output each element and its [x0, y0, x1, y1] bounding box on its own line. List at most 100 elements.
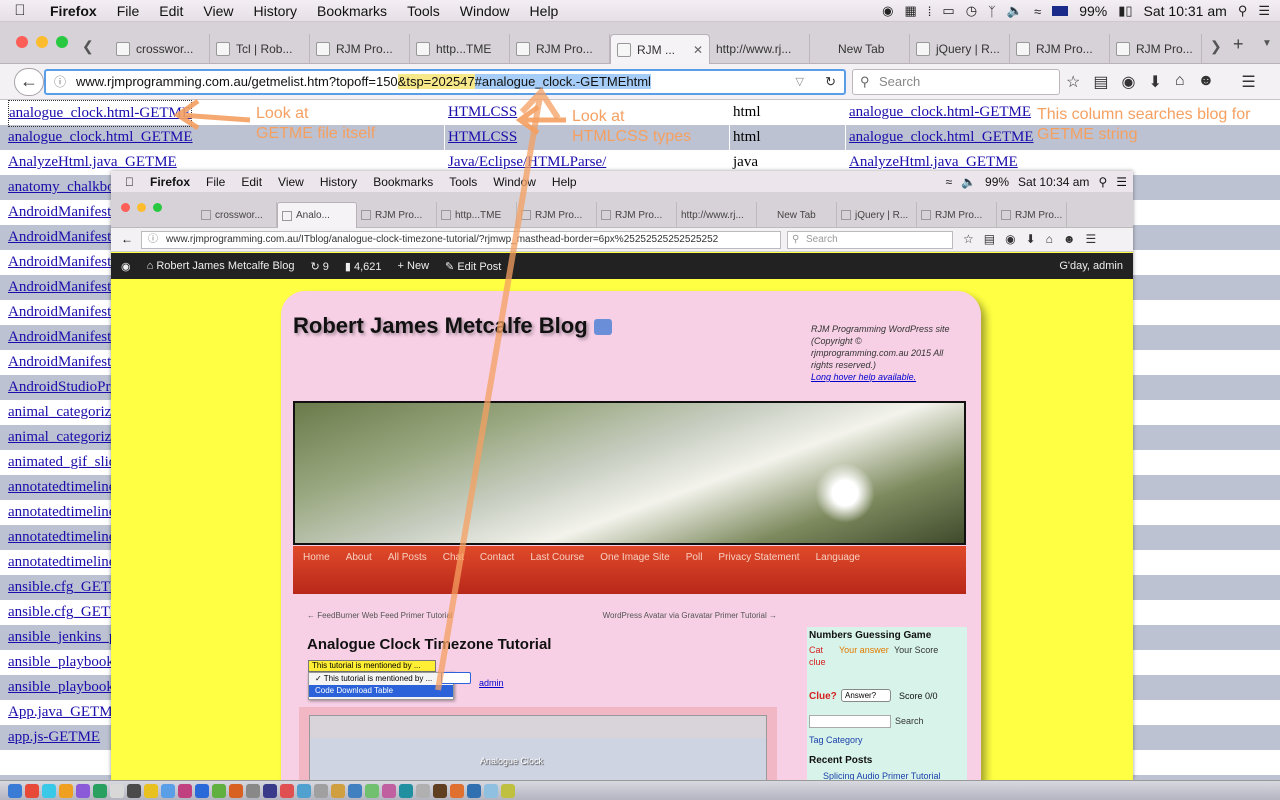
link-getme-file[interactable]: AndroidManifest.x — [8, 325, 123, 350]
dock-app-icon[interactable] — [314, 783, 328, 798]
tab-http-getme[interactable]: http...TME — [410, 34, 510, 64]
link-getme-file[interactable]: AndroidManifest.x — [8, 300, 123, 325]
link-getme-file[interactable]: annotatedtimeline — [8, 525, 115, 550]
tab-new-tab[interactable]: New Tab — [810, 34, 910, 64]
link-getme-file[interactable]: ansible_playbook. — [8, 650, 118, 675]
dock-app-icon[interactable] — [212, 783, 226, 798]
link-getme-file[interactable]: AndroidManifest.x — [8, 225, 123, 250]
tabs-scroll-right-icon[interactable]: ❯ — [1210, 38, 1222, 55]
link-getme-file[interactable]: AndroidManifest.x — [8, 250, 123, 275]
dock-app-icon[interactable] — [416, 783, 430, 798]
clock[interactable]: Sat 10:31 am — [1144, 3, 1227, 19]
tab-crossword[interactable]: crosswor... — [110, 34, 210, 64]
time-machine-icon[interactable]: ◷ — [966, 3, 977, 19]
link-blog-search[interactable]: analogue_clock.html_GETME — [849, 125, 1034, 150]
link-getme-file[interactable]: ansible.cfg_GETM — [8, 575, 123, 600]
new-tab-icon[interactable]: + — [1233, 34, 1244, 55]
dock-app-icon[interactable] — [25, 783, 39, 798]
zoom-window-icon[interactable] — [56, 36, 68, 48]
dock-app-icon[interactable] — [280, 783, 294, 798]
link-getme-file[interactable]: ansible.cfg_GETM — [8, 600, 123, 625]
dock-app-icon[interactable] — [263, 783, 277, 798]
link-getme-file[interactable]: ansible_playbook. — [8, 675, 118, 700]
dock-app-icon[interactable] — [433, 783, 447, 798]
battery-icon[interactable]: ▮▯ — [1118, 3, 1132, 19]
dock-app-icon[interactable] — [161, 783, 175, 798]
link-getme-file[interactable]: analogue_clock.html_GETME — [8, 125, 193, 150]
link-getme-file[interactable]: animal_categoriz — [8, 400, 111, 425]
tab-list-icon[interactable]: ▼ — [1262, 38, 1272, 49]
download-icon[interactable]: ⬇ — [1148, 72, 1161, 92]
link-getme-file[interactable]: analogue_clock.html-GETME — [8, 100, 193, 127]
tab-rjm-3[interactable]: RJM Pro... — [1010, 34, 1110, 64]
reload-icon[interactable]: ↻ — [825, 71, 836, 93]
home-icon[interactable]: ⌂ — [1175, 72, 1185, 92]
tab-rjm-4[interactable]: RJM Pro... — [1110, 34, 1202, 64]
dock-app-icon[interactable] — [144, 783, 158, 798]
tab-rjm-1[interactable]: RJM Pro... — [310, 34, 410, 64]
link-getme-file[interactable]: AndroidManifest.x — [8, 275, 123, 300]
pocket-icon[interactable]: ◉ — [1121, 72, 1135, 92]
link-getme-file[interactable]: annotatedtimeline — [8, 500, 115, 525]
status-box-icon[interactable]: ▦ — [904, 3, 916, 19]
tab-rjm-active[interactable]: RJM ... ✕ — [610, 34, 710, 64]
back-button[interactable]: ← — [14, 68, 44, 96]
menu-firefox[interactable]: Firefox — [40, 3, 107, 19]
reading-list-icon[interactable]: ▤ — [1093, 72, 1108, 92]
dots-icon[interactable]: ⁞ — [928, 4, 932, 19]
link-getme-file[interactable]: ansible_jenkins_p — [8, 625, 116, 650]
menu-window[interactable]: Window — [450, 3, 520, 19]
tab-tcl[interactable]: Tcl | Rob... — [210, 34, 310, 64]
apple-icon[interactable]:  — [0, 2, 40, 19]
tab-rjm-2[interactable]: RJM Pro... — [510, 34, 610, 64]
link-getme-file[interactable]: annotatedtimeline — [8, 475, 115, 500]
search-input[interactable]: ⚲ Search — [852, 69, 1060, 95]
link-folder[interactable]: HTMLCSS — [448, 125, 517, 150]
link-getme-file[interactable]: animated_gif_slid — [8, 450, 116, 475]
link-getme-file[interactable]: AndroidManifest.x — [8, 350, 123, 375]
link-getme-file[interactable]: AndroidManifest.x — [8, 200, 123, 225]
page-info-icon[interactable]: ⓘ — [54, 71, 66, 93]
link-getme-file[interactable]: AndroidStudioPri — [8, 375, 115, 400]
link-blog-search[interactable]: analogue_clock.html-GETME — [849, 100, 1031, 125]
menu-help[interactable]: Help — [520, 3, 569, 19]
dock-app-icon[interactable] — [93, 783, 107, 798]
dock-app-icon[interactable] — [348, 783, 362, 798]
dock-app-icon[interactable] — [297, 783, 311, 798]
link-getme-file[interactable]: annotatedtimeline — [8, 550, 115, 575]
dock-app-icon[interactable] — [467, 783, 481, 798]
dock-app-icon[interactable] — [59, 783, 73, 798]
close-tab-icon[interactable]: ✕ — [693, 43, 703, 57]
link-getme-file[interactable]: animal_categoriz — [8, 425, 111, 450]
menu-tools[interactable]: Tools — [397, 3, 450, 19]
menu-edit[interactable]: Edit — [149, 3, 193, 19]
menu-view[interactable]: View — [193, 3, 243, 19]
notification-icon[interactable]: ☰ — [1258, 3, 1270, 19]
menu-hamburger-icon[interactable]: ☰ — [1241, 72, 1255, 92]
status-circle-icon[interactable]: ◉ — [882, 3, 893, 19]
tab-jquery[interactable]: jQuery | R... — [910, 34, 1010, 64]
dock-app-icon[interactable] — [501, 783, 515, 798]
volume-icon[interactable]: 🔈 — [1007, 3, 1023, 19]
dock-app-icon[interactable] — [42, 783, 56, 798]
dock-app-icon[interactable] — [178, 783, 192, 798]
dock-app-icon[interactable] — [110, 783, 124, 798]
dock-app-icon[interactable] — [399, 783, 413, 798]
link-getme-file[interactable]: anatomy_chalkboa — [8, 175, 121, 200]
bookmark-star-icon[interactable]: ☆ — [1066, 72, 1080, 92]
bluetooth-icon[interactable]: ᛉ — [988, 4, 996, 19]
dock-app-icon[interactable] — [382, 783, 396, 798]
dock-app-icon[interactable] — [246, 783, 260, 798]
url-bar[interactable]: ⓘ www.rjmprogramming.com.au/getmelist.ht… — [44, 69, 846, 95]
chat-icon[interactable]: ☻ — [1198, 72, 1215, 92]
dock-app-icon[interactable] — [365, 783, 379, 798]
link-folder[interactable]: HTMLCSS — [448, 100, 517, 125]
url-dropdown-icon[interactable]: ▽ — [796, 71, 804, 93]
dock-app-icon[interactable] — [127, 783, 141, 798]
menu-bookmarks[interactable]: Bookmarks — [307, 3, 397, 19]
dock-app-icon[interactable] — [8, 783, 22, 798]
dock-app-icon[interactable] — [195, 783, 209, 798]
close-window-icon[interactable] — [16, 36, 28, 48]
dock-app-icon[interactable] — [229, 783, 243, 798]
airplay-icon[interactable]: ▭ — [942, 3, 954, 19]
